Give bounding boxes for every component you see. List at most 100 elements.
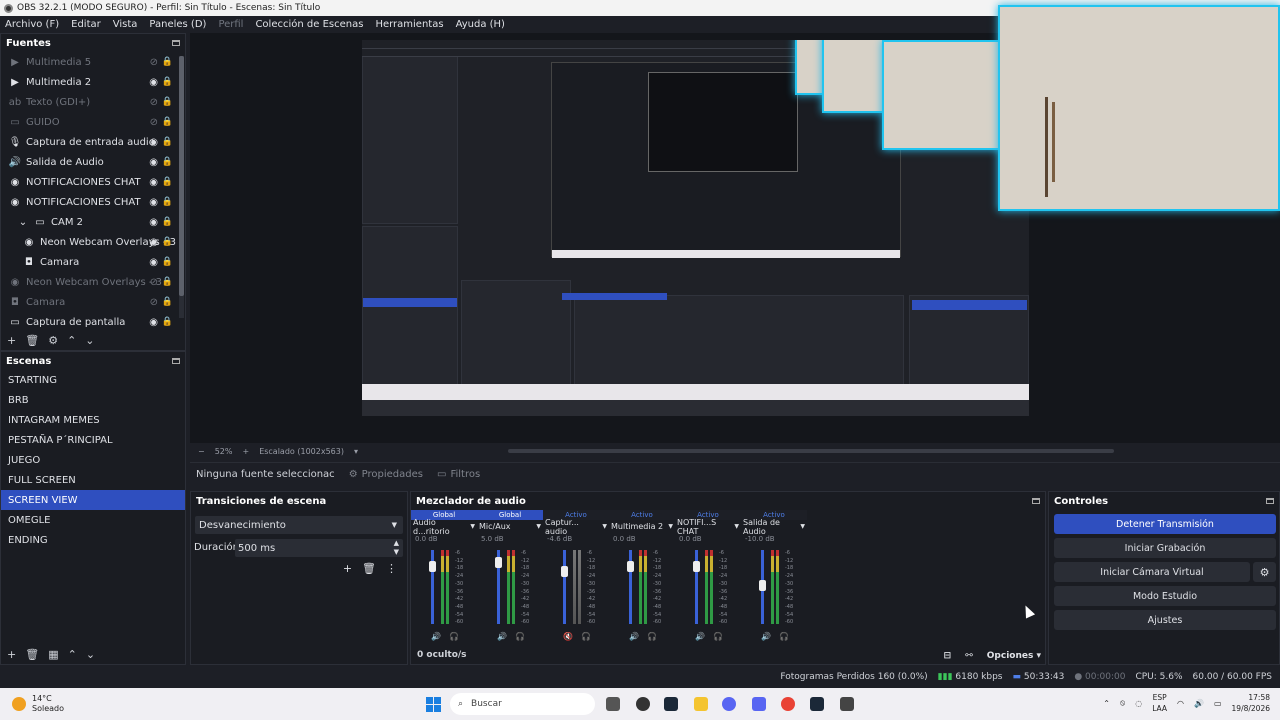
eye-icon[interactable]: ◉: [149, 137, 158, 148]
eye-icon[interactable]: ◉: [149, 317, 158, 328]
chrome-icon[interactable]: [781, 697, 795, 711]
undock-icon[interactable]: [172, 40, 180, 46]
lock-icon[interactable]: 🔒: [162, 137, 173, 147]
lock-icon[interactable]: 🔒: [162, 217, 173, 227]
steam-client-icon[interactable]: [810, 697, 824, 711]
windows-start-icon[interactable]: [426, 697, 441, 712]
remove-source-icon[interactable]: 🗑: [25, 334, 39, 347]
scene-item[interactable]: STARTING: [1, 370, 185, 390]
eye-hidden-icon[interactable]: ⊘: [150, 277, 158, 288]
lock-icon[interactable]: 🔒: [162, 237, 173, 247]
fader-handle[interactable]: [627, 561, 634, 573]
source-item[interactable]: ▶ Multimedia 5 ⊘ 🔒: [1, 52, 185, 72]
layout-toggle-icon[interactable]: ⊟: [944, 651, 952, 661]
menu-item[interactable]: Colección de Escenas: [255, 19, 363, 30]
monitor-headphones-icon[interactable]: 🎧: [713, 632, 723, 641]
move-up-icon[interactable]: ⌃: [67, 334, 76, 347]
lock-icon[interactable]: 🔒: [162, 117, 173, 127]
menu-item[interactable]: Archivo (F): [5, 19, 59, 30]
monitor-headphones-icon[interactable]: 🎧: [779, 632, 789, 641]
preview-canvas[interactable]: [362, 40, 1029, 416]
volume-icon[interactable]: 🔊: [431, 632, 441, 641]
menu-item[interactable]: Vista: [113, 19, 138, 30]
scene-item[interactable]: FULL SCREEN: [1, 470, 185, 490]
app-icon[interactable]: [840, 697, 854, 711]
menu-item[interactable]: Perfil: [218, 19, 243, 30]
zoom-minus-icon[interactable]: −: [198, 447, 205, 456]
eye-icon[interactable]: ◉: [149, 177, 158, 188]
volume-icon[interactable]: 🔊: [497, 632, 507, 641]
start-virtual-cam-button[interactable]: Iniciar Cámara Virtual: [1054, 562, 1250, 582]
fader-handle[interactable]: [759, 579, 766, 591]
source-properties-gear-icon[interactable]: ⚙: [48, 334, 58, 347]
scene-item[interactable]: PESTAÑA P´RINCIPAL: [1, 430, 185, 450]
menu-item[interactable]: Paneles (D): [149, 19, 206, 30]
lock-icon[interactable]: 🔒: [162, 177, 173, 187]
monitor-headphones-icon[interactable]: 🎧: [647, 632, 657, 641]
move-down-icon[interactable]: ⌄: [86, 648, 95, 661]
discord-icon[interactable]: [722, 697, 736, 711]
eye-hidden-icon[interactable]: ⊘: [150, 297, 158, 308]
monitor-headphones-icon[interactable]: 🎧: [581, 632, 591, 641]
lock-icon[interactable]: 🔒: [162, 157, 173, 167]
source-item[interactable]: ▶ Multimedia 2 ◉ 🔒: [1, 72, 185, 92]
preview-scrollbar[interactable]: [508, 449, 1114, 453]
eye-hidden-icon[interactable]: ⊘: [150, 97, 158, 108]
add-transition-icon[interactable]: +: [343, 562, 352, 575]
steam-icon[interactable]: [664, 697, 678, 711]
lock-icon[interactable]: 🔒: [162, 277, 173, 287]
monitor-headphones-icon[interactable]: 🎧: [515, 632, 525, 641]
filters-button[interactable]: ▭ Filtros: [437, 469, 480, 480]
eye-hidden-icon[interactable]: ⊘: [150, 117, 158, 128]
file-explorer-icon[interactable]: [694, 697, 708, 711]
virtual-cam-settings-gear-icon[interactable]: ⚙: [1253, 562, 1276, 582]
scene-item[interactable]: BRB: [1, 390, 185, 410]
lock-icon[interactable]: 🔒: [162, 257, 173, 267]
channel-name-dropdown[interactable]: Audio d...ritorio ▼: [411, 518, 477, 536]
zoom-plus-icon[interactable]: +: [242, 447, 249, 456]
move-down-icon[interactable]: ⌄: [85, 334, 94, 347]
task-view-icon[interactable]: [606, 697, 620, 711]
eye-icon[interactable]: ◉: [149, 157, 158, 168]
source-item[interactable]: ▭ GUIDO ⊘ 🔒: [1, 112, 185, 132]
lock-icon[interactable]: 🔒: [162, 77, 173, 87]
undock-icon[interactable]: [172, 358, 180, 364]
battery-icon[interactable]: ▭: [1214, 699, 1222, 708]
remove-scene-icon[interactable]: 🗑: [25, 648, 39, 661]
channel-name-dropdown[interactable]: Captur... audio ▼: [543, 518, 609, 536]
eye-icon[interactable]: ◉: [149, 77, 158, 88]
scale-label[interactable]: Escalado (1002x563): [259, 447, 344, 456]
network-off-icon[interactable]: ⦸: [1120, 698, 1125, 708]
channel-name-dropdown[interactable]: Mic/Aux ▼: [477, 520, 543, 533]
headset-icon[interactable]: ◌: [1135, 699, 1142, 708]
spin-arrows-icon[interactable]: ▲ ▼: [394, 539, 399, 557]
advanced-audio-icon[interactable]: ⚯: [965, 651, 973, 661]
clock[interactable]: 17:58 19/8/2026: [1232, 692, 1270, 714]
add-scene-icon[interactable]: +: [7, 648, 16, 661]
source-item[interactable]: ◉ NOTIFICACIONES CHAT ◉ 🔒: [1, 172, 185, 192]
more-options-icon[interactable]: ⋮: [386, 562, 397, 575]
scene-item[interactable]: OMEGLE: [1, 510, 185, 530]
remove-transition-icon[interactable]: 🗑: [362, 562, 376, 575]
lock-icon[interactable]: 🔒: [162, 97, 173, 107]
scene-filter-icon[interactable]: ▦: [48, 648, 58, 661]
scene-item[interactable]: SCREEN VIEW: [1, 490, 185, 510]
settings-button[interactable]: Ajustes: [1054, 610, 1276, 630]
preview-area[interactable]: [190, 5, 1280, 443]
source-item[interactable]: ab Texto (GDI+) ⊘ 🔒: [1, 92, 185, 112]
move-up-icon[interactable]: ⌃: [68, 648, 77, 661]
mute-icon[interactable]: 🔇: [563, 632, 573, 641]
studio-mode-button[interactable]: Modo Estudio: [1054, 586, 1276, 606]
source-item[interactable]: ⌄ ▭ CAM 2 ◉ 🔒: [1, 212, 185, 232]
channel-name-dropdown[interactable]: NOTIFI...S CHAT ▼: [675, 518, 741, 536]
lock-icon[interactable]: 🔒: [162, 317, 173, 327]
eye-icon[interactable]: ◉: [149, 197, 158, 208]
wifi-icon[interactable]: ◠: [1177, 699, 1184, 708]
volume-fader[interactable]: [563, 550, 566, 624]
taskbar-search[interactable]: ⌕ Buscar: [450, 693, 595, 715]
lock-icon[interactable]: 🔒: [162, 197, 173, 207]
properties-button[interactable]: ⚙ Propiedades: [349, 469, 423, 480]
channel-name-dropdown[interactable]: Salida de Audio ▼: [741, 518, 807, 536]
menu-item[interactable]: Ayuda (H): [456, 19, 505, 30]
volume-icon[interactable]: 🔊: [629, 632, 639, 641]
